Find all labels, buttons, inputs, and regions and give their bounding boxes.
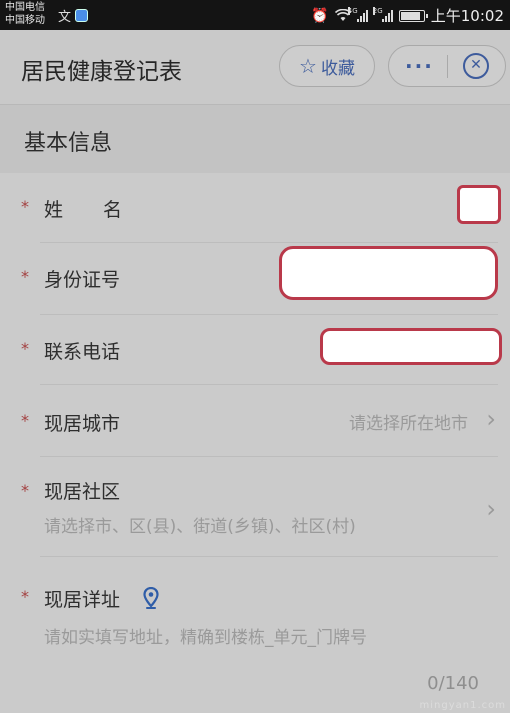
section-title: 基本信息 bbox=[24, 131, 113, 156]
status-bar: 中国电信 中国移动 文 ⏰ 4G 2G 上午10:02 bbox=[0, 0, 510, 30]
form-row-id-number: * 身份证号 bbox=[0, 243, 510, 315]
signal-icon-1: 4G bbox=[347, 6, 368, 22]
form-row-community[interactable]: * 现居社区 请选择市、区(县)、街道(乡镇)、社区(村) › bbox=[0, 457, 510, 557]
chevron-right-icon: › bbox=[486, 405, 496, 433]
notification-icons: 文 bbox=[58, 6, 89, 25]
address-textarea[interactable]: 请如实填写地址，精确到楼栋_单元_门牌号 bbox=[44, 623, 367, 648]
signal-icon-2: 2G bbox=[372, 6, 393, 22]
status-time: 上午10:02 bbox=[430, 7, 504, 25]
required-mark: * bbox=[21, 197, 29, 216]
required-mark: * bbox=[21, 267, 29, 286]
status-icons: ⏰ 4G 2G 上午10:02 bbox=[311, 5, 504, 26]
address-char-counter: 0/140 bbox=[427, 673, 479, 694]
close-icon[interactable]: ✕ bbox=[463, 53, 489, 79]
phone-label: 联系电话 bbox=[44, 341, 121, 363]
capsule-divider bbox=[447, 55, 448, 78]
favorite-label: 收藏 bbox=[320, 58, 355, 79]
carrier-2: 中国移动 bbox=[5, 15, 45, 26]
input-method-icon: 文 bbox=[58, 10, 72, 25]
address-label: 现居详址 bbox=[44, 589, 121, 611]
city-label: 现居城市 bbox=[44, 413, 121, 435]
favorite-button[interactable]: ☆ 收藏 bbox=[279, 45, 375, 87]
carrier-info: 中国电信 中国移动 bbox=[5, 1, 45, 27]
star-icon: ☆ bbox=[299, 54, 317, 78]
required-mark: * bbox=[21, 481, 29, 500]
chevron-right-icon: › bbox=[486, 495, 496, 523]
required-mark: * bbox=[21, 587, 29, 606]
community-placeholder[interactable]: 请选择市、区(县)、街道(乡镇)、社区(村) bbox=[44, 512, 356, 537]
id-number-input[interactable] bbox=[279, 246, 498, 300]
form-row-city[interactable]: * 现居城市 请选择所在地市 › bbox=[0, 385, 510, 457]
id-number-label: 身份证号 bbox=[44, 269, 121, 291]
page-title: 居民健康登记表 bbox=[21, 59, 182, 85]
registration-form: * 姓名 * 身份证号 * 联系电话 * 现居城市 请选择所在地市 › * 现居… bbox=[0, 173, 510, 713]
form-row-name: * 姓名 bbox=[0, 173, 510, 243]
signal-1-tag: 4G bbox=[347, 6, 358, 15]
location-pin-icon bbox=[143, 587, 159, 609]
app-notification-icon bbox=[75, 9, 89, 22]
phone-input[interactable] bbox=[320, 328, 502, 365]
menu-capsule: ··· ✕ bbox=[388, 45, 506, 87]
battery-icon bbox=[398, 9, 428, 22]
watermark: mingyan1.com bbox=[419, 700, 506, 711]
more-icon[interactable]: ··· bbox=[405, 54, 434, 78]
signal-2-tag: 2G bbox=[372, 6, 383, 15]
carrier-1: 中国电信 bbox=[5, 2, 45, 13]
title-bar: 居民健康登记表 ☆ 收藏 ··· ✕ bbox=[0, 30, 510, 105]
required-mark: * bbox=[21, 411, 29, 430]
name-label: 姓名 bbox=[44, 199, 163, 221]
city-placeholder[interactable]: 请选择所在地市 bbox=[349, 409, 468, 434]
community-label: 现居社区 bbox=[44, 481, 121, 503]
required-mark: * bbox=[21, 339, 29, 358]
alarm-icon: ⏰ bbox=[311, 7, 329, 24]
section-header: 基本信息 bbox=[0, 105, 510, 173]
name-input[interactable] bbox=[457, 185, 501, 224]
form-row-phone: * 联系电话 bbox=[0, 315, 510, 385]
